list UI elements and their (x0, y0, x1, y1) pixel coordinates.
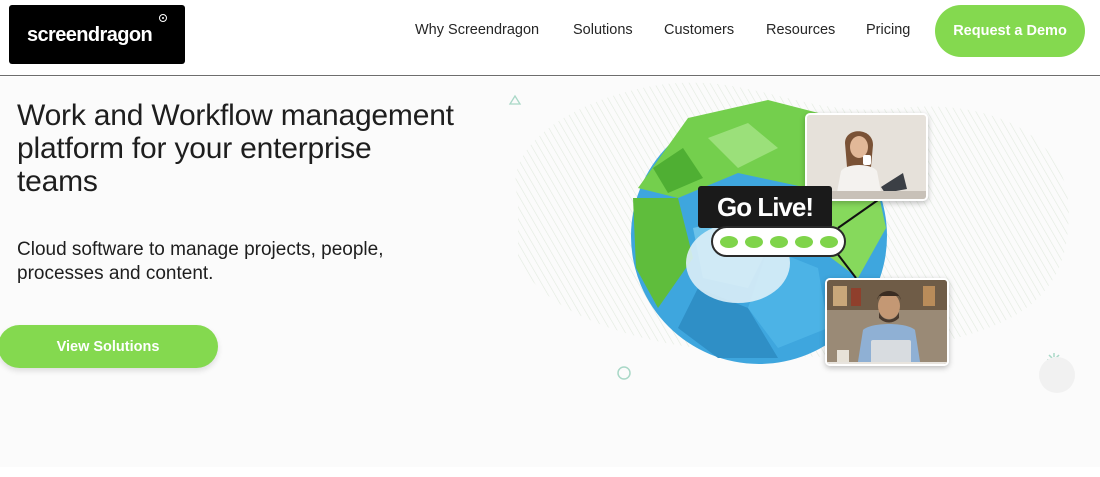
progress-dot (794, 235, 813, 248)
hero-title: Work and Workflow management platform fo… (17, 99, 454, 198)
request-demo-button[interactable]: Request a Demo (935, 5, 1085, 57)
soft-circle-decoration (1039, 357, 1075, 393)
triangle-decoration (508, 94, 522, 105)
circle-decoration (617, 366, 631, 380)
nav-solutions[interactable]: Solutions (573, 22, 633, 42)
progress-dot (744, 235, 763, 248)
progress-dot (769, 235, 788, 248)
progress-dots (711, 226, 846, 257)
man-with-laptop-photo (825, 278, 949, 366)
logo-wordmark: screendragon (27, 24, 153, 46)
nav-why-screendragon[interactable]: Why Screendragon (415, 22, 539, 42)
top-navigation: screendragon Why Screendragon Solutions … (0, 0, 1100, 76)
view-solutions-button[interactable]: View Solutions (0, 325, 218, 368)
nav-resources[interactable]: Resources (766, 22, 835, 42)
hero-subtitle: Cloud software to manage projects, peopl… (17, 239, 384, 284)
nav-customers[interactable]: Customers (664, 22, 734, 42)
registered-icon (159, 14, 167, 22)
progress-dot (719, 235, 738, 248)
go-live-badge: Go Live! (698, 186, 832, 228)
screendragon-logo[interactable]: screendragon (9, 5, 185, 64)
nav-pricing[interactable]: Pricing (866, 22, 910, 42)
page-footer-edge (0, 467, 1100, 477)
progress-dot (819, 235, 838, 248)
